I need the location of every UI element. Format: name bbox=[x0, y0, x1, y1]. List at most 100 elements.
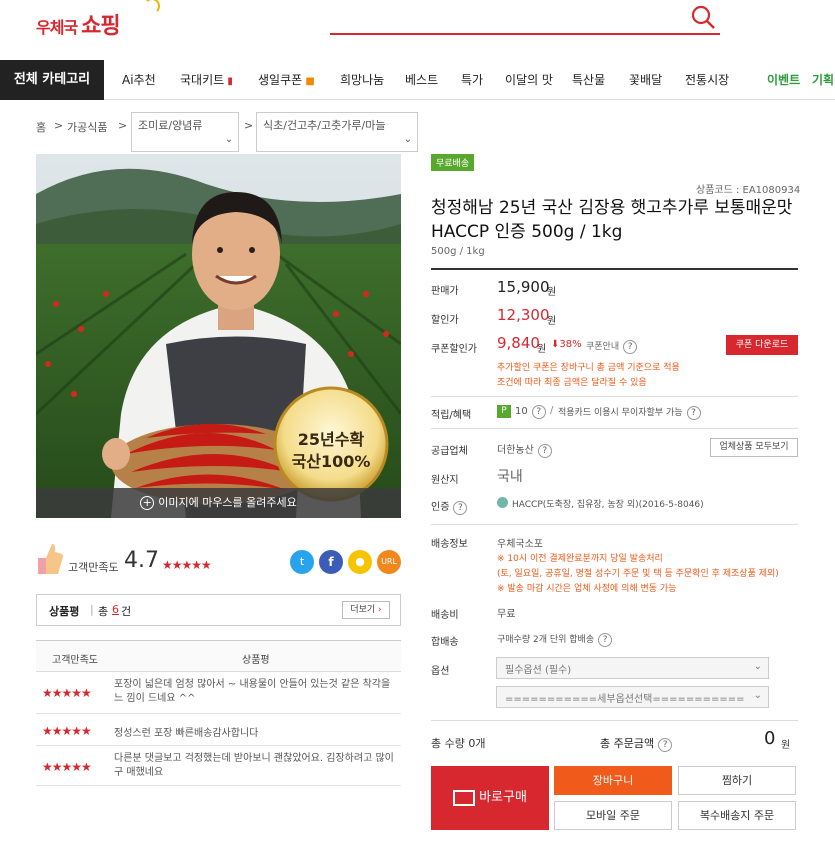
required-option-select[interactable]: 필수옵션 (필수) ⌄ bbox=[496, 657, 769, 679]
fee-label: 배송비 bbox=[431, 610, 459, 621]
rating-stars: ★★★★★ bbox=[162, 558, 212, 572]
benefit-label: 적립/혜택 bbox=[431, 410, 472, 421]
help-icon[interactable]: ? bbox=[598, 633, 613, 647]
breadcrumb-select-level2[interactable]: 조미료/양념류 ⌄ bbox=[131, 112, 239, 152]
logo[interactable]: 우체국 쇼핑 bbox=[36, 0, 160, 40]
buy-now-button[interactable]: 바로구매 bbox=[431, 766, 549, 830]
origin-label: 원산지 bbox=[431, 475, 459, 486]
twitter-icon[interactable]: t bbox=[290, 550, 314, 574]
nav-item-kit[interactable]: 국대키트 ▮ bbox=[180, 60, 233, 100]
total-amount-label-text: 총 주문금액 bbox=[600, 737, 655, 750]
breadcrumb-level1[interactable]: 가공식품 bbox=[67, 119, 107, 157]
help-icon[interactable]: ? bbox=[658, 738, 673, 752]
help-icon[interactable]: ? bbox=[453, 501, 468, 515]
wish-button[interactable]: 찜하기 bbox=[678, 766, 796, 795]
url-icon[interactable]: URL bbox=[377, 550, 401, 574]
benefit-sep: / bbox=[550, 405, 554, 416]
cert-value: HACCP(도축장, 집유장, 농장 외)(2016-5-8046) bbox=[512, 500, 704, 510]
rating-row: 고객만족도 4.7 ★★★★★ t f ● URL bbox=[36, 540, 401, 586]
breadcrumb-sep: > bbox=[54, 119, 64, 132]
nav-item-monthly[interactable]: 이달의 맛 bbox=[505, 60, 553, 100]
help-icon[interactable]: ? bbox=[537, 444, 552, 458]
nav-item-coupon[interactable]: 생일쿠폰 ■ bbox=[258, 60, 315, 100]
sale-price-value: 15,900 bbox=[497, 278, 550, 296]
supplier-name[interactable]: 더한농산? bbox=[497, 441, 552, 458]
total-qty-label: 총 수량 0개 bbox=[431, 735, 485, 751]
sale-price-unit: 원 bbox=[547, 287, 557, 298]
nav-item-coupon-label: 생일쿠폰 bbox=[258, 73, 303, 87]
discount-price-unit: 원 bbox=[547, 316, 557, 327]
search-icon[interactable] bbox=[690, 4, 716, 30]
breadcrumb-sep: > bbox=[118, 119, 128, 132]
nav-item-hope[interactable]: 희망나눔 bbox=[340, 60, 384, 100]
breadcrumb-select-level3[interactable]: 식초/건고추/고춧가루/마늘 ⌄ bbox=[256, 112, 418, 152]
kit-icon: ▮ bbox=[224, 76, 233, 87]
coupon-price-unit: 원 bbox=[537, 344, 547, 355]
col-review: 상품평 bbox=[242, 655, 270, 666]
row-text: 포장이 넓은데 엄청 많아서 ~ 내용물이 안들어 있는것 같은 착각을 느 낌… bbox=[114, 679, 391, 704]
review-table: 고객만족도 상품평 ★★★★★ 포장이 넓은데 엄청 많아서 ~ 내용물이 안들… bbox=[36, 640, 401, 786]
breadcrumb-home[interactable]: 홈 bbox=[36, 119, 46, 157]
review-total-num: 6 bbox=[112, 603, 119, 616]
coupon-download-button[interactable]: 쿠폰 다운로드 bbox=[726, 335, 798, 355]
nav-item-market[interactable]: 전통시장 bbox=[685, 60, 729, 100]
coupon-note: 추가할인 쿠폰은 장바구니 총 금액 기준으로 적용 조건에 따라 최종 금액은… bbox=[497, 363, 680, 388]
review-title: 상품평 bbox=[49, 605, 80, 618]
coupon-price-value: 9,840 bbox=[497, 334, 540, 352]
help-icon[interactable]: ? bbox=[686, 406, 701, 420]
cert-label: 인증? bbox=[431, 498, 468, 515]
nav-item-best[interactable]: 베스트 bbox=[405, 60, 438, 100]
all-categories-button[interactable]: 전체 카테고리 bbox=[0, 60, 104, 100]
cart-button[interactable]: 장바구니 bbox=[554, 766, 672, 795]
nav-item-ai[interactable]: Ai추천 bbox=[122, 60, 156, 100]
sub-option-select[interactable]: ===========세부옵션선택=========== ⌄ bbox=[496, 686, 769, 708]
review-more-button[interactable]: 더보기 › bbox=[342, 601, 390, 619]
benefit-points: 10? bbox=[515, 405, 546, 419]
shipping-label: 배송정보 bbox=[431, 539, 468, 550]
harvest-badge-line1: 25년수확 bbox=[297, 430, 365, 449]
chevron-down-icon: ⌄ bbox=[753, 661, 762, 672]
product-image[interactable]: 25년수확 국산100% bbox=[36, 154, 401, 518]
rating-value: 4.7 bbox=[124, 548, 159, 573]
shipping-line3: ※ 발송 마감 시간은 업체 사정에 의해 변동 가능 bbox=[497, 584, 677, 594]
kakao-icon[interactable]: ● bbox=[348, 550, 372, 574]
nav-item-plan[interactable]: 기획 bbox=[812, 60, 834, 100]
mobile-order-button[interactable]: 모바일 주문 bbox=[554, 801, 672, 830]
total-amount-unit: 원 bbox=[781, 740, 791, 751]
haccp-icon bbox=[497, 497, 508, 508]
supplier-products-button[interactable]: 업체상품 모두보기 bbox=[710, 438, 798, 457]
table-row[interactable]: ★★★★★ 정성스런 포장 빠른배송감사합니다 bbox=[36, 714, 401, 746]
sale-price-label: 판매가 bbox=[431, 286, 459, 297]
image-hover-bar: + 이미지에 마우스를 올려주세요 bbox=[36, 488, 401, 518]
review-summary: 상품평 | 총 6 건 더보기 › bbox=[36, 594, 401, 626]
nav-item-local[interactable]: 특산물 bbox=[572, 60, 605, 100]
review-total-unit: 건 bbox=[121, 605, 132, 618]
points-value: 10 bbox=[515, 406, 528, 417]
breadcrumb-level3: 식초/건고추/고춧가루/마늘 bbox=[263, 119, 386, 132]
row-text: 다른분 댓글보고 걱정했는데 받아보니 괜찮았어요. 김장하려고 많이 구 매했… bbox=[114, 753, 394, 778]
shipping-line2: (토, 일요일, 공휴일, 명절 성수기 주문 및 택 등 주문확인 후 제조상… bbox=[497, 569, 779, 579]
review-table-header: 고객만족도 상품평 bbox=[36, 640, 401, 672]
help-icon[interactable]: ? bbox=[531, 405, 546, 419]
help-icon[interactable]: ? bbox=[623, 340, 638, 354]
required-option-value: 필수옵션 (필수) bbox=[505, 665, 572, 676]
table-row[interactable]: ★★★★★ 다른분 댓글보고 걱정했는데 받아보니 괜찮았어요. 김장하려고 많… bbox=[36, 746, 401, 786]
coupon-price-label: 쿠폰할인가 bbox=[431, 344, 477, 355]
free-shipping-badge: 무료배송 bbox=[431, 154, 475, 171]
nav-item-flower[interactable]: 꽃배달 bbox=[629, 60, 662, 100]
nav-item-event[interactable]: 이벤트 bbox=[767, 60, 800, 100]
benefit-note-text: 적용카드 이용시 무이자할부 가능 bbox=[558, 408, 683, 418]
facebook-icon[interactable]: f bbox=[319, 550, 343, 574]
product-title: 청정해남 25년 국산 김장용 햇고추가루 보통매운맛 HACCP 인증 500… bbox=[431, 198, 793, 242]
category-nav: 전체 카테고리 Ai추천 국대키트 ▮ 생일쿠폰 ■ 희망나눔 베스트 특가 이… bbox=[0, 60, 835, 100]
table-row[interactable]: ★★★★★ 포장이 넓은데 엄청 많아서 ~ 내용물이 안들어 있는것 같은 착… bbox=[36, 672, 401, 714]
nav-item-special[interactable]: 특가 bbox=[461, 60, 483, 100]
coupon-info-label: 쿠폰안내 bbox=[586, 342, 620, 352]
coupon-info-link[interactable]: 쿠폰안내? bbox=[586, 339, 638, 354]
review-total-label: 총 bbox=[98, 605, 109, 618]
options-label: 옵션 bbox=[431, 666, 450, 677]
benefit-note: 적용카드 이용시 무이자할부 가능? bbox=[558, 405, 701, 420]
nav-item-kit-label: 국대키트 bbox=[180, 73, 225, 87]
multi-address-order-button[interactable]: 복수배송지 주문 bbox=[678, 801, 796, 830]
search-input[interactable] bbox=[330, 33, 720, 35]
